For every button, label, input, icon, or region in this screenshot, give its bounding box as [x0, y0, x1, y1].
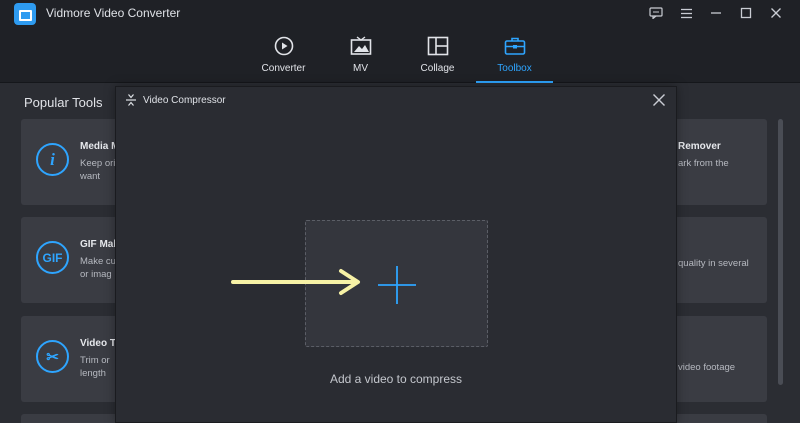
plus-icon — [378, 266, 416, 304]
feedback-icon[interactable] — [648, 5, 664, 21]
scrollbar[interactable] — [778, 119, 783, 385]
app-logo — [14, 3, 36, 25]
tool-description: Trim or length — [80, 355, 110, 379]
minimize-icon[interactable] — [708, 5, 724, 21]
tool-description: video footage — [678, 362, 736, 373]
tab-toolbox[interactable]: Toolbox — [476, 33, 553, 83]
mv-icon — [350, 36, 371, 55]
dialog-close-icon[interactable] — [652, 93, 666, 107]
compress-icon — [126, 94, 136, 106]
tab-converter[interactable]: Converter — [245, 33, 322, 81]
dialog-title: Video Compressor — [143, 95, 226, 106]
tool-title: GIF Mak — [80, 239, 119, 250]
tab-label: MV — [353, 63, 368, 74]
section-title: Popular Tools — [24, 95, 103, 110]
tool-description: Make cu or imag — [80, 256, 116, 280]
close-icon[interactable] — [768, 5, 784, 21]
window-controls — [648, 5, 784, 21]
tab-label: Toolbox — [497, 63, 532, 74]
add-video-hint: Add a video to compress — [329, 372, 463, 386]
tab-label: Collage — [420, 63, 455, 74]
main-nav: Converter MV Collage Toolbox — [245, 33, 553, 83]
app-title: Vidmore Video Converter — [46, 6, 181, 20]
tool-description: Keep ori want — [80, 158, 116, 182]
maximize-icon[interactable] — [738, 5, 754, 21]
tool-description: ark from the — [678, 158, 729, 169]
tool-description: quality in several — [678, 258, 749, 269]
tool-title: Remover — [678, 141, 721, 152]
scissors-icon: ✂ — [36, 340, 69, 373]
tool-title: Media M — [80, 141, 120, 152]
menu-icon[interactable] — [678, 5, 694, 21]
tab-label: Converter — [261, 63, 306, 74]
info-icon: i — [36, 143, 69, 176]
top-bar: Vidmore Video Converter Converter MV Col — [0, 0, 800, 83]
gif-icon: GIF — [36, 241, 69, 274]
annotation-arrow-icon — [231, 269, 360, 295]
dialog-header: Video Compressor — [116, 87, 676, 113]
converter-icon — [274, 36, 293, 56]
tab-collage[interactable]: Collage — [399, 33, 476, 81]
video-compressor-dialog: Video Compressor Add a video to compress — [115, 86, 677, 423]
toolbox-icon — [504, 37, 525, 55]
collage-icon — [427, 36, 448, 56]
tool-title: Video T — [80, 338, 116, 349]
tab-mv[interactable]: MV — [322, 33, 399, 81]
